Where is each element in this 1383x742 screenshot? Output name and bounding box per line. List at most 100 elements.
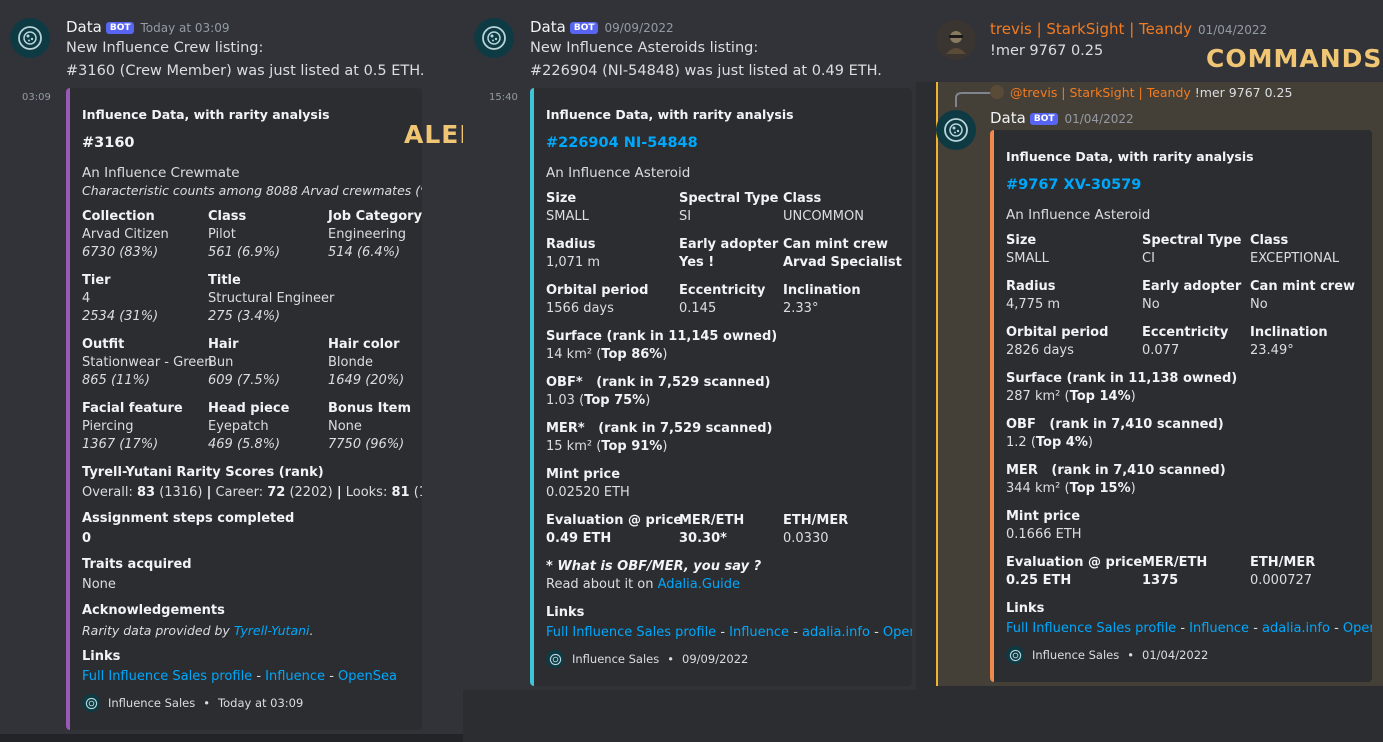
field-class: Class EXCEPTIONAL	[1250, 233, 1340, 266]
message-timestamp[interactable]: Today at 03:09	[140, 21, 229, 35]
horizontal-scrollbar[interactable]	[0, 734, 463, 742]
field-spectral-type: Spectral Type SI	[679, 191, 779, 224]
field-collection: Collection Arvad Citizen 6730 (83%)	[82, 209, 169, 260]
links-row: Full Influence Sales profile - Influence…	[1006, 620, 1372, 638]
username[interactable]: Data	[66, 18, 102, 36]
influence-logo-icon	[944, 118, 968, 142]
field-early-adopter: Early adopter Yes !	[679, 237, 779, 270]
field-spectral-type: Spectral Type CI	[1142, 233, 1242, 266]
field-eccentricity: Eccentricity 0.145	[679, 283, 766, 316]
field-obf: OBF* (rank in 7,529 scanned) 1.03 (Top 75…	[546, 375, 771, 408]
obf-mer-note: * What is OBF/MER, you say ? Read about i…	[546, 559, 762, 592]
bot-timestamp[interactable]: 01/04/2022	[1064, 112, 1133, 126]
field-radius: Radius 4,775 m	[1006, 279, 1061, 312]
field-job-category: Job Category Engineering 514 (6.4%)	[328, 209, 422, 260]
field-title: Title Structural Engineer 275 (3.4%)	[208, 273, 335, 324]
field-class: Class UNCOMMON	[783, 191, 864, 224]
full-profile-link[interactable]: Full Influence Sales profile	[1006, 621, 1176, 636]
embed-footer: Influence Sales • Today at 03:09	[82, 694, 303, 712]
adalia-guide-link[interactable]: Adalia.Guide	[658, 577, 740, 592]
embed-title-link[interactable]: #9767 XV-30579	[1006, 177, 1141, 193]
influence-logo-icon	[1006, 646, 1024, 664]
influence-link[interactable]: Influence	[1189, 621, 1249, 636]
field-surface: Surface (rank in 11,138 owned) 287 km² (T…	[1006, 371, 1238, 404]
adalia-info-link[interactable]: adalia.info	[802, 625, 870, 640]
opensea-link[interactable]: OpenSea	[1343, 621, 1372, 636]
links-title: Links	[546, 605, 585, 620]
traits-value: None	[82, 577, 116, 592]
field-eth-mer: ETH/MER 0.0330	[783, 513, 849, 546]
adalia-info-link[interactable]: adalia.info	[1262, 621, 1330, 636]
opensea-link[interactable]: OpenSea	[338, 669, 397, 684]
embed-author: Influence Data, with rarity analysis	[1006, 149, 1254, 164]
embed-description: An Influence Asteroid	[1006, 207, 1151, 223]
links-row: Full Influence Sales profile - Influence…	[546, 624, 912, 642]
field-mer: MER (rank in 7,410 scanned) 344 km² (Top …	[1006, 463, 1226, 496]
links-title: Links	[1006, 601, 1045, 616]
field-can-mint-crew: Can mint crew No	[1250, 279, 1356, 312]
username[interactable]: Data	[530, 18, 566, 36]
message-line-1: New Influence Asteroids listing:	[530, 40, 759, 56]
field-orbital-period: Orbital period 1566 days	[546, 283, 649, 316]
field-hair-color: Hair color Blonde 1649 (20%)	[328, 337, 405, 388]
field-can-mint-crew: Can mint crew Arvad Specialist	[783, 237, 902, 270]
user-avatar[interactable]	[936, 20, 976, 60]
command-text: !mer 9767 0.25	[990, 43, 1104, 59]
field-early-adopter: Early adopter No	[1142, 279, 1242, 312]
traits-title: Traits acquired	[82, 557, 192, 572]
user-avatar-icon	[946, 31, 966, 54]
influence-logo-icon	[482, 26, 506, 50]
bot-avatar[interactable]	[10, 18, 50, 58]
embed-description-sub: Characteristic counts among 8088 Arvad c…	[82, 183, 422, 198]
links-row: Full Influence Sales profile - Influence…	[82, 669, 397, 684]
field-inclination: Inclination 2.33°	[783, 283, 861, 316]
field-head-piece: Head piece Eyepatch 469 (5.8%)	[208, 401, 290, 452]
message-timestamp[interactable]: 01/04/2022	[1198, 23, 1267, 37]
embed-color-bar	[990, 130, 994, 682]
influence-logo-icon	[18, 26, 42, 50]
embed-color-bar	[66, 88, 70, 730]
field-bonus-item: Bonus Item None 7750 (96%)	[328, 401, 412, 452]
embed-title: #3160	[82, 135, 135, 151]
embed-title-link[interactable]: #226904 NI-54848	[546, 135, 698, 151]
steps-value: 0	[82, 531, 92, 546]
reply-text[interactable]: !mer 9767 0.25	[1195, 85, 1293, 100]
field-radius: Radius 1,071 m	[546, 237, 601, 270]
steps-title: Assignment steps completed	[82, 511, 295, 526]
full-profile-link[interactable]: Full Influence Sales profile	[82, 669, 252, 684]
links-title: Links	[82, 649, 121, 664]
embed-footer: Influence Sales • 09/09/2022	[546, 650, 748, 668]
command-username[interactable]: trevis | StarkSight | Teandy	[990, 20, 1192, 38]
bot-avatar[interactable]	[936, 110, 976, 150]
field-obf: OBF (rank in 7,410 scanned) 1.2 (Top 4%)	[1006, 417, 1224, 450]
message-timestamp[interactable]: 09/09/2022	[604, 21, 673, 35]
full-profile-link[interactable]: Full Influence Sales profile	[546, 625, 716, 640]
field-size: Size SMALL	[1006, 233, 1049, 266]
commands-overlay-label: COMMANDS	[1206, 44, 1383, 73]
field-evaluation: Evaluation @ price 0.25 ETH	[1006, 555, 1143, 588]
rarity-scores: Overall: 83 (1316) | Career: 72 (2202) |…	[82, 485, 422, 500]
side-timestamp: 03:09	[22, 92, 51, 103]
influence-logo-icon	[82, 694, 100, 712]
command-embed: Influence Data, with rarity analysis #97…	[990, 130, 1372, 682]
field-mint-price: Mint price 0.1666 ETH	[1006, 509, 1082, 542]
asteroid-alert-panel: Data BOT 09/09/2022 New Influence Asteroid…	[463, 0, 916, 690]
field-outfit: Outfit Stationwear - Green 865 (11%)	[82, 337, 213, 388]
field-eccentricity: Eccentricity 0.077	[1142, 325, 1229, 358]
influence-link[interactable]: Influence	[729, 625, 789, 640]
field-mer-eth: MER/ETH 1375	[1142, 555, 1208, 588]
field-size: Size SMALL	[546, 191, 589, 224]
bot-username[interactable]: Data	[990, 109, 1026, 127]
opensea-link[interactable]: OpenSea	[883, 625, 912, 640]
field-mer-eth: MER/ETH 30.30*	[679, 513, 745, 546]
tyrell-yutani-link[interactable]: Tyrell-Yutani	[234, 623, 310, 638]
influence-link[interactable]: Influence	[265, 669, 325, 684]
side-timestamp: 15:40	[489, 92, 518, 103]
bot-avatar[interactable]	[474, 18, 514, 58]
field-orbital-period: Orbital period 2826 days	[1006, 325, 1109, 358]
message-line-2: #3160 (Crew Member) was just listed at 0…	[66, 63, 425, 79]
reply-username[interactable]: @trevis | StarkSight | Teandy	[1010, 85, 1191, 100]
embed-author: Influence Data, with rarity analysis	[82, 107, 330, 122]
embed-description: An Influence Crewmate	[82, 165, 240, 181]
field-mint-price: Mint price 0.02520 ETH	[546, 467, 630, 500]
